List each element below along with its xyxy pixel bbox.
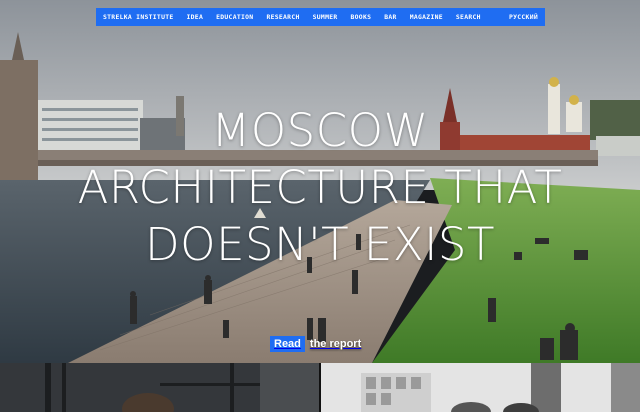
headline-line-3: DOESN'T EXIST	[145, 218, 495, 271]
nav-item-research[interactable]: RESEARCH	[266, 13, 299, 21]
nav-item-magazine[interactable]: MAGAZINE	[410, 13, 443, 21]
nav-item-bar[interactable]: BAR	[384, 13, 396, 21]
hero-section: STRELKA INSTITUTE IDEA EDUCATION RESEARC…	[0, 0, 640, 363]
read-report-text: the report	[309, 338, 362, 350]
language-switch-link[interactable]: РУССКИЙ	[509, 13, 538, 21]
tile-right-photo	[321, 363, 640, 412]
feature-tile-right[interactable]	[321, 363, 640, 412]
nav-item-idea[interactable]: IDEA	[187, 13, 204, 21]
read-report-link[interactable]: Read the report	[270, 336, 361, 352]
nav-item-books[interactable]: BOOKS	[351, 13, 372, 21]
headline-line-1: MOSCOW	[211, 104, 429, 157]
nav-item-search[interactable]: SEARCH	[456, 13, 481, 21]
nav-item-summer[interactable]: SUMMER	[313, 13, 338, 21]
top-navigation: STRELKA INSTITUTE IDEA EDUCATION RESEARC…	[96, 8, 545, 26]
nav-item-strelka-institute[interactable]: STRELKA INSTITUTE	[103, 13, 174, 21]
feature-tile-left[interactable]	[0, 363, 319, 412]
headline-line-2: ARCHITECTURE THAT	[77, 161, 563, 214]
hero-headline[interactable]: MOSCOW ARCHITECTURE THAT DOESN'T EXIST	[0, 102, 640, 273]
nav-item-education[interactable]: EDUCATION	[216, 13, 253, 21]
read-highlight: Read	[270, 336, 305, 352]
tile-left-photo	[0, 363, 319, 412]
